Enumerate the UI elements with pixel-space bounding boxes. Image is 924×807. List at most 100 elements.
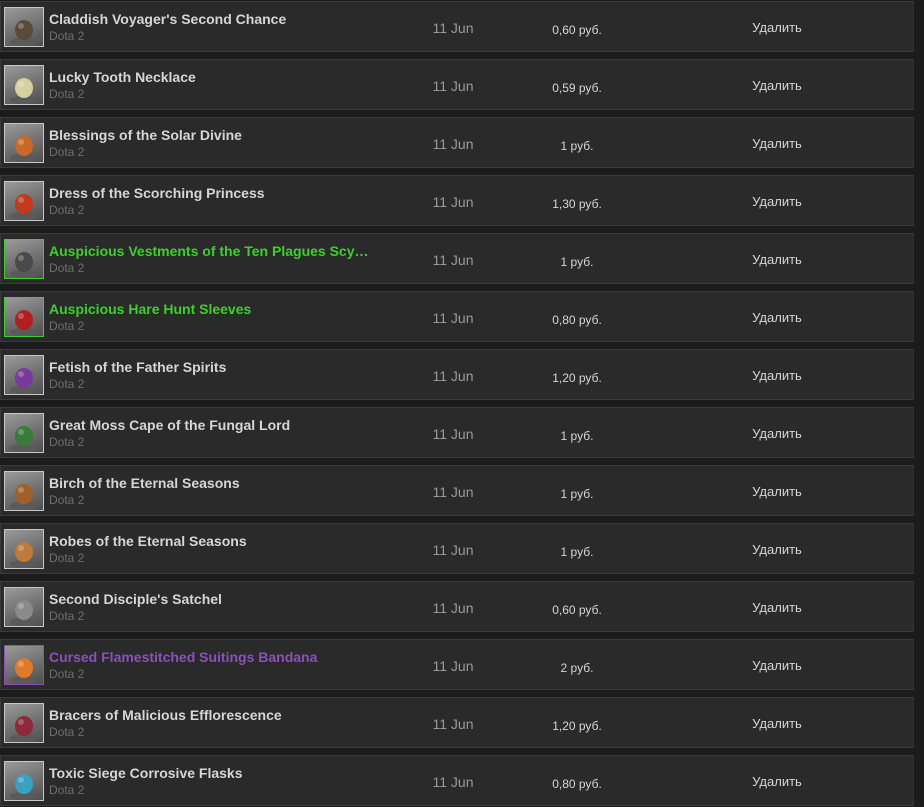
listed-date: 11 Jun [432, 426, 474, 442]
listed-date: 11 Jun [432, 658, 474, 674]
listed-date: 11 Jun [432, 484, 474, 500]
item-thumbnail[interactable] [4, 529, 44, 569]
listed-date: 11 Jun [432, 136, 474, 152]
market-listings-list: Claddish Voyager's Second Chance Dota 2 … [0, 0, 924, 807]
item-name-link[interactable]: Auspicious Vestments of the Ten Plagues … [49, 242, 384, 260]
game-name: Dota 2 [49, 435, 85, 449]
listing-row: Birch of the Eternal Seasons Dota 2 11 J… [0, 465, 914, 516]
remove-listing-button[interactable]: Удалить [717, 20, 837, 36]
listing-row: Blessings of the Solar Divine Dota 2 11 … [0, 117, 914, 168]
game-name: Dota 2 [49, 87, 85, 101]
item-thumbnail[interactable] [4, 7, 44, 47]
listing-price: 0,60 руб. [552, 23, 602, 37]
item-thumbnail[interactable] [4, 181, 44, 221]
listing-price: 1,20 руб. [552, 371, 602, 385]
listing-price: 1 руб. [560, 487, 594, 501]
eternal-seasons-robes-item-icon [10, 542, 38, 568]
item-name-link[interactable]: Second Disciple's Satchel [49, 590, 384, 608]
listing-price: 0,59 руб. [552, 81, 602, 95]
corrosive-flasks-item-icon [10, 774, 38, 800]
item-name-link[interactable]: Robes of the Eternal Seasons [49, 532, 384, 550]
listing-price: 0,80 руб. [552, 313, 602, 327]
listing-row: Robes of the Eternal Seasons Dota 2 11 J… [0, 523, 914, 574]
game-name: Dota 2 [49, 609, 85, 623]
listing-price: 1 руб. [560, 255, 594, 269]
remove-listing-button[interactable]: Удалить [717, 368, 837, 384]
listed-date: 11 Jun [432, 716, 474, 732]
item-thumbnail[interactable] [4, 471, 44, 511]
item-thumbnail[interactable] [4, 123, 44, 163]
item-name-link[interactable]: Claddish Voyager's Second Chance [49, 10, 384, 28]
game-name: Dota 2 [49, 203, 85, 217]
remove-listing-button[interactable]: Удалить [717, 658, 837, 674]
item-name-link[interactable]: Dress of the Scorching Princess [49, 184, 384, 202]
item-name-link[interactable]: Auspicious Hare Hunt Sleeves [49, 300, 384, 318]
listed-date: 11 Jun [432, 20, 474, 36]
listing-row: Fetish of the Father Spirits Dota 2 11 J… [0, 349, 914, 400]
game-name: Dota 2 [49, 725, 85, 739]
item-thumbnail[interactable] [4, 355, 44, 395]
listing-price: 1,30 руб. [552, 197, 602, 211]
item-name-link[interactable]: Blessings of the Solar Divine [49, 126, 384, 144]
listed-date: 11 Jun [432, 78, 474, 94]
remove-listing-button[interactable]: Удалить [717, 774, 837, 790]
father-spirits-item-icon [10, 368, 38, 394]
game-name: Dota 2 [49, 783, 85, 797]
listing-row: Dress of the Scorching Princess Dota 2 1… [0, 175, 914, 226]
disciple-satchel-item-icon [10, 600, 38, 626]
listing-row-auspicious: Auspicious Hare Hunt Sleeves Dota 2 11 J… [0, 291, 914, 342]
remove-listing-button[interactable]: Удалить [717, 600, 837, 616]
listed-date: 11 Jun [432, 542, 474, 558]
game-name: Dota 2 [49, 493, 85, 507]
claddish-voyager-item-icon [10, 20, 38, 46]
flamestitched-bandana-item-icon [10, 658, 38, 684]
remove-listing-button[interactable]: Удалить [717, 426, 837, 442]
item-thumbnail[interactable] [4, 65, 44, 105]
tooth-necklace-item-icon [10, 78, 38, 104]
item-thumbnail[interactable] [4, 413, 44, 453]
solar-divine-item-icon [10, 136, 38, 162]
listed-date: 11 Jun [432, 194, 474, 210]
item-thumbnail[interactable] [4, 239, 44, 279]
listed-date: 11 Jun [432, 774, 474, 790]
remove-listing-button[interactable]: Удалить [717, 78, 837, 94]
game-name: Dota 2 [49, 261, 85, 275]
item-name-link[interactable]: Lucky Tooth Necklace [49, 68, 384, 86]
remove-listing-button[interactable]: Удалить [717, 252, 837, 268]
ten-plagues-scythe-item-icon [10, 252, 38, 278]
game-name: Dota 2 [49, 319, 85, 333]
item-name-link[interactable]: Fetish of the Father Spirits [49, 358, 384, 376]
remove-listing-button[interactable]: Удалить [717, 542, 837, 558]
item-name-link[interactable]: Birch of the Eternal Seasons [49, 474, 384, 492]
item-thumbnail[interactable] [4, 703, 44, 743]
listing-row: Great Moss Cape of the Fungal Lord Dota … [0, 407, 914, 458]
listed-date: 11 Jun [432, 600, 474, 616]
malicious-efflorescence-bracers-item-icon [10, 716, 38, 742]
item-thumbnail[interactable] [4, 645, 44, 685]
scorching-princess-item-icon [10, 194, 38, 220]
item-name-link[interactable]: Toxic Siege Corrosive Flasks [49, 764, 384, 782]
item-thumbnail[interactable] [4, 297, 44, 337]
listed-date: 11 Jun [432, 368, 474, 384]
remove-listing-button[interactable]: Удалить [717, 136, 837, 152]
item-thumbnail[interactable] [4, 587, 44, 627]
remove-listing-button[interactable]: Удалить [717, 194, 837, 210]
listing-row: Toxic Siege Corrosive Flasks Dota 2 11 J… [0, 755, 914, 806]
remove-listing-button[interactable]: Удалить [717, 484, 837, 500]
item-thumbnail[interactable] [4, 761, 44, 801]
game-name: Dota 2 [49, 29, 85, 43]
fungal-lord-cape-item-icon [10, 426, 38, 452]
remove-listing-button[interactable]: Удалить [717, 716, 837, 732]
remove-listing-button[interactable]: Удалить [717, 310, 837, 326]
game-name: Dota 2 [49, 377, 85, 391]
listing-row: Bracers of Malicious Efflorescence Dota … [0, 697, 914, 748]
listing-row-auspicious: Auspicious Vestments of the Ten Plagues … [0, 233, 914, 284]
listed-date: 11 Jun [432, 310, 474, 326]
game-name: Dota 2 [49, 551, 85, 565]
item-name-link[interactable]: Cursed Flamestitched Suitings Bandana [49, 648, 384, 666]
listing-price: 2 руб. [560, 661, 594, 675]
listed-date: 11 Jun [432, 252, 474, 268]
item-name-link[interactable]: Great Moss Cape of the Fungal Lord [49, 416, 384, 434]
listing-price: 1 руб. [560, 139, 594, 153]
item-name-link[interactable]: Bracers of Malicious Efflorescence [49, 706, 384, 724]
